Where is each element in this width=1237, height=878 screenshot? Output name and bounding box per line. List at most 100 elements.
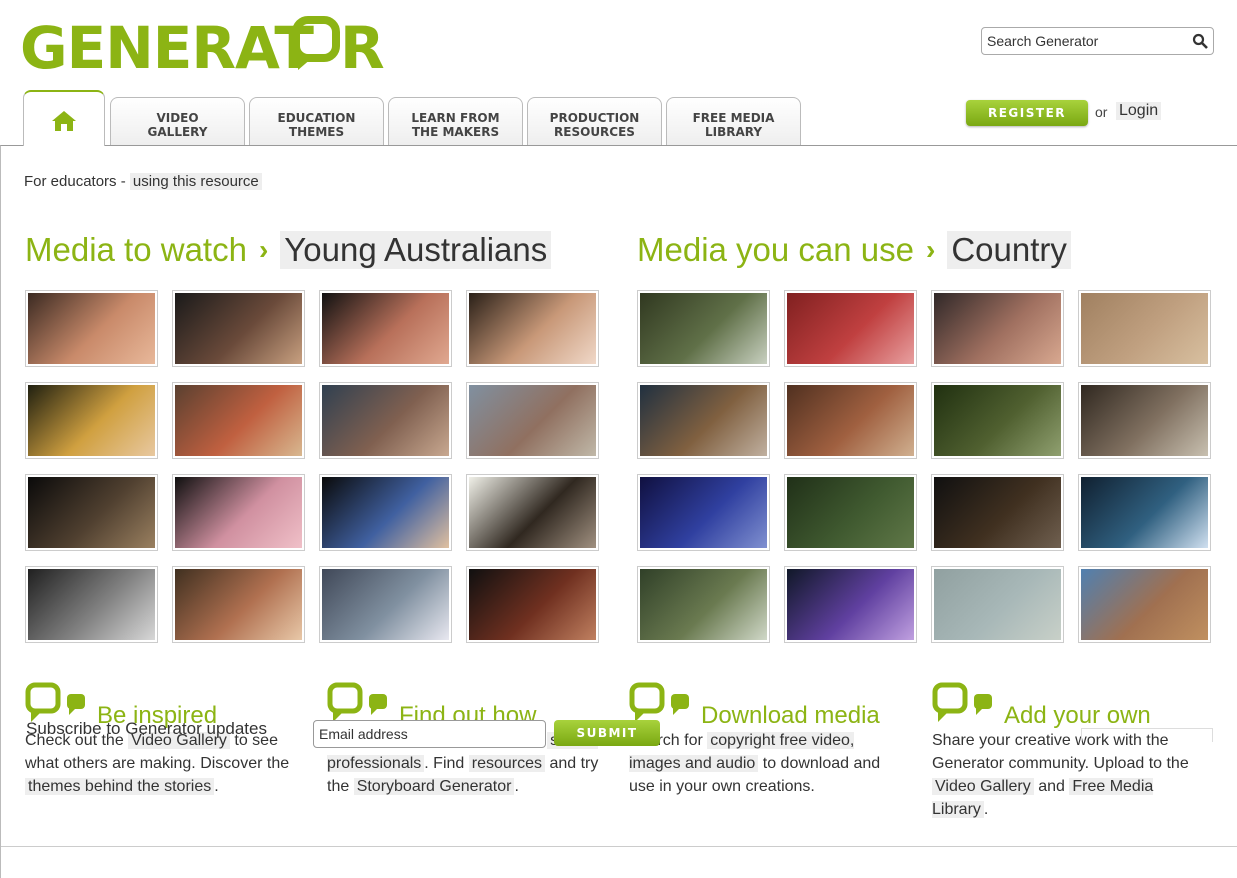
use-thumbnail[interactable]: [637, 290, 770, 367]
tab-video-gallery[interactable]: VIDEO GALLERY: [110, 97, 245, 146]
register-button[interactable]: REGISTER: [966, 100, 1088, 126]
feature-link[interactable]: themes behind the stories: [25, 778, 215, 795]
feature-text-segment: and: [1033, 778, 1070, 795]
educators-line: For educators - using this resource: [24, 173, 262, 190]
media-to-watch-heading: Media to watch › Young Australians: [25, 231, 552, 269]
use-thumbnail[interactable]: [931, 290, 1064, 367]
thumbnail-image: [1081, 293, 1208, 364]
feature-link[interactable]: Video Gallery: [932, 778, 1034, 795]
tab-learn-from-makers[interactable]: LEARN FROM THE MAKERS: [388, 97, 523, 146]
login-link[interactable]: Login: [1116, 102, 1162, 120]
search-box: [981, 27, 1214, 55]
thumbnail-image: [1081, 569, 1208, 640]
use-thumbnail[interactable]: [637, 474, 770, 551]
watch-thumbnail[interactable]: [172, 474, 305, 551]
thumbnail-image: [787, 477, 914, 548]
use-thumbnail[interactable]: [637, 566, 770, 643]
thumbnail-image: [175, 293, 302, 364]
use-thumbnail[interactable]: [931, 474, 1064, 551]
watch-thumbnail[interactable]: [319, 566, 452, 643]
watch-thumbnail[interactable]: [25, 474, 158, 551]
thumbnail-image: [1081, 477, 1208, 548]
feature-title: Download media: [701, 702, 880, 729]
use-thumbnail[interactable]: [1078, 290, 1211, 367]
submit-button[interactable]: SUBMIT: [554, 720, 660, 746]
feature-heading: Download media: [629, 681, 904, 729]
thumbnail-image: [28, 293, 155, 364]
thumbnail-image: [322, 385, 449, 456]
feature-link[interactable]: Storyboard Generator: [353, 778, 515, 795]
thumbnail-image: [322, 569, 449, 640]
thumbnail-image: [28, 569, 155, 640]
watch-thumbnail[interactable]: [172, 290, 305, 367]
tab-home[interactable]: [23, 90, 105, 146]
generator-logo[interactable]: GENERAT R: [20, 12, 390, 76]
thumbnail-image: [787, 293, 914, 364]
email-field[interactable]: [313, 720, 546, 748]
using-resource-link[interactable]: using this resource: [129, 173, 262, 190]
thumbnail-image: [640, 477, 767, 548]
thumbnail-image: [640, 569, 767, 640]
use-thumbnail[interactable]: [931, 566, 1064, 643]
subscribe-label: Subscribe to Generator updates: [26, 719, 267, 738]
feature-heading: Add your own: [932, 681, 1207, 729]
chevron-right-icon: ›: [258, 234, 269, 265]
feature-title: Add your own: [1004, 702, 1151, 729]
use-thumbnail[interactable]: [1078, 474, 1211, 551]
thumbnail-image: [469, 385, 596, 456]
use-thumbnail[interactable]: [784, 382, 917, 459]
feature-link[interactable]: resources: [468, 755, 545, 772]
watch-thumbnail[interactable]: [319, 474, 452, 551]
svg-text:R: R: [340, 14, 385, 76]
tab-free-media-library[interactable]: FREE MEDIA LIBRARY: [666, 97, 801, 146]
watch-thumbnail[interactable]: [466, 290, 599, 367]
thumbnail-image: [469, 477, 596, 548]
thumbnail-image: [469, 293, 596, 364]
watch-thumbnail[interactable]: [466, 566, 599, 643]
subscribe-bar: [1, 846, 1237, 878]
search-icon[interactable]: [1187, 28, 1213, 54]
watch-thumbnail[interactable]: [25, 566, 158, 643]
feature-text-segment: . Find: [424, 755, 469, 772]
use-thumbnail[interactable]: [784, 474, 917, 551]
feature-text-segment: .: [214, 778, 219, 795]
use-thumbnail[interactable]: [1078, 566, 1211, 643]
thumbnail-image: [322, 293, 449, 364]
tab-production-resources[interactable]: PRODUCTION RESOURCES: [527, 97, 662, 146]
watch-thumbnail[interactable]: [172, 382, 305, 459]
search-input[interactable]: [982, 29, 1187, 53]
tab-label: FREE MEDIA LIBRARY: [692, 111, 775, 139]
chat-bubbles-icon: [932, 682, 998, 729]
feature-block: Download media Search for copyright free …: [629, 681, 904, 798]
thumbnail-image: [787, 385, 914, 456]
thumbnail-image: [934, 477, 1061, 548]
use-thumbnail[interactable]: [1078, 382, 1211, 459]
watch-thumbnail[interactable]: [172, 566, 305, 643]
use-thumbnail[interactable]: [637, 382, 770, 459]
tab-education-themes[interactable]: EDUCATION THEMES: [249, 97, 384, 146]
thumbnail-image: [322, 477, 449, 548]
svg-text:GENERAT: GENERAT: [20, 14, 314, 76]
watch-thumbnail[interactable]: [466, 474, 599, 551]
thumbnail-image: [934, 385, 1061, 456]
home-icon: [51, 109, 77, 136]
use-thumbnail[interactable]: [931, 382, 1064, 459]
thumbnail-image: [1081, 385, 1208, 456]
section-title: Media to watch: [25, 231, 247, 268]
feature-text: Share your creative work with the Genera…: [932, 729, 1207, 821]
thumbnail-image: [175, 385, 302, 456]
watch-thumbnail[interactable]: [319, 382, 452, 459]
watch-thumbnail[interactable]: [319, 290, 452, 367]
watch-thumbnail[interactable]: [25, 382, 158, 459]
category-link[interactable]: Country: [947, 231, 1071, 269]
thumbnail-image: [787, 569, 914, 640]
use-thumbnail[interactable]: [784, 566, 917, 643]
media-you-can-use-heading: Media you can use › Country: [637, 231, 1071, 269]
thumbnail-image: [28, 385, 155, 456]
watch-thumbnail[interactable]: [25, 290, 158, 367]
footer-widget: [1081, 728, 1213, 742]
feature-block: Be inspired Check out the Video Gallery t…: [25, 681, 300, 798]
watch-thumbnail[interactable]: [466, 382, 599, 459]
use-thumbnail[interactable]: [784, 290, 917, 367]
category-link[interactable]: Young Australians: [280, 231, 552, 269]
